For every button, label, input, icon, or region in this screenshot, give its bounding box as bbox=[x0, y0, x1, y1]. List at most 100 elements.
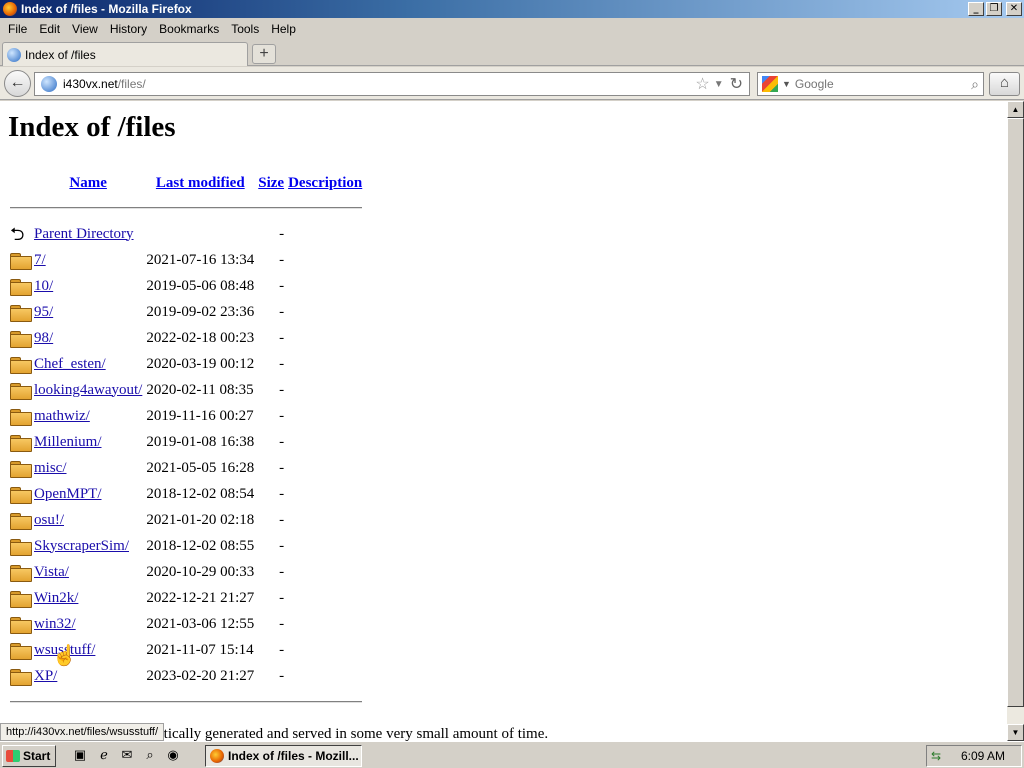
vertical-scrollbar[interactable]: ▲ ▼ bbox=[1007, 101, 1024, 741]
firefox-quicklaunch-icon[interactable]: ◉ bbox=[165, 747, 181, 763]
entry-link[interactable]: mathwiz/ bbox=[34, 408, 90, 424]
entry-link[interactable]: OpenMPT/ bbox=[34, 486, 102, 502]
start-button[interactable]: Start bbox=[2, 745, 56, 767]
menu-history[interactable]: History bbox=[104, 22, 153, 36]
reload-icon[interactable]: ↻ bbox=[730, 74, 743, 94]
table-row: ⮌ Parent Directory - bbox=[8, 221, 364, 247]
entry-description bbox=[286, 637, 364, 663]
folder-icon bbox=[10, 616, 32, 634]
scroll-up-button[interactable]: ▲ bbox=[1007, 101, 1024, 118]
entry-modified: 2020-02-11 08:35 bbox=[146, 381, 254, 398]
maximize-button[interactable]: ❐ bbox=[986, 2, 1002, 16]
system-tray: ⇆ 6:09 AM bbox=[926, 745, 1022, 767]
firefox-icon bbox=[3, 2, 17, 16]
windows-explorer-icon[interactable]: ⌕ bbox=[142, 747, 158, 763]
url-text[interactable]: i430vx.net/files/ bbox=[63, 77, 695, 91]
entry-link[interactable]: Millenium/ bbox=[34, 434, 102, 450]
menu-bar: File Edit View History Bookmarks Tools H… bbox=[0, 19, 1024, 39]
outlook-express-icon[interactable]: ✉ bbox=[119, 747, 135, 763]
entry-modified: 2021-05-05 16:28 bbox=[146, 459, 255, 476]
search-bar[interactable]: ▼ ⌕ bbox=[757, 72, 984, 96]
clock[interactable]: 6:09 AM bbox=[961, 749, 1005, 763]
folder-icon bbox=[10, 460, 32, 478]
engine-dropdown-icon[interactable]: ▼ bbox=[782, 79, 791, 89]
window-title-bar[interactable]: Index of /files - Mozilla Firefox _ ❐ ✕ bbox=[0, 0, 1024, 18]
size-column-header: Size bbox=[256, 171, 286, 195]
taskbar: Start ▣ ℯ ✉ ⌕ ◉ Index of /files - Mozill… bbox=[0, 741, 1024, 768]
scroll-thumb[interactable] bbox=[1007, 118, 1024, 707]
search-input[interactable] bbox=[794, 77, 972, 91]
menu-help[interactable]: Help bbox=[265, 22, 302, 36]
back-arrow-icon: ← bbox=[9, 74, 26, 91]
taskbar-firefox-window-button[interactable]: Index of /files - Mozill... bbox=[205, 745, 362, 767]
entry-modified: 2020-10-29 00:33 bbox=[146, 563, 255, 580]
internet-explorer-icon[interactable]: ℯ bbox=[96, 747, 112, 763]
new-tab-button[interactable]: + bbox=[252, 44, 276, 64]
network-icon[interactable]: ⇆ bbox=[931, 749, 947, 763]
scroll-down-button[interactable]: ▼ bbox=[1007, 724, 1024, 741]
entry-modified: 2023-02-20 21:27 bbox=[146, 667, 255, 684]
menu-edit[interactable]: Edit bbox=[33, 22, 66, 36]
entry-size: - bbox=[279, 433, 285, 450]
table-row: Vista/2020-10-29 00:33 - bbox=[8, 559, 364, 585]
tab-index-of-files[interactable]: Index of /files bbox=[2, 42, 248, 66]
name-column-header: Name bbox=[32, 171, 144, 195]
table-row: OpenMPT/2018-12-02 08:54 - bbox=[8, 481, 364, 507]
entry-description bbox=[286, 611, 364, 637]
menu-tools[interactable]: Tools bbox=[225, 22, 265, 36]
sort-by-name-link[interactable]: Name bbox=[69, 175, 107, 191]
entry-description bbox=[286, 455, 364, 481]
entry-link[interactable]: Win2k/ bbox=[34, 590, 78, 606]
url-history-dropdown-icon[interactable]: ▼ bbox=[714, 79, 724, 90]
entry-link[interactable]: SkyscraperSim/ bbox=[34, 538, 129, 554]
folder-icon bbox=[10, 382, 32, 400]
folder-icon bbox=[10, 642, 32, 660]
entry-size: - bbox=[279, 563, 285, 580]
minimize-button[interactable]: _ bbox=[968, 2, 984, 16]
menu-bookmarks[interactable]: Bookmarks bbox=[153, 22, 225, 36]
folder-icon bbox=[10, 304, 32, 322]
sort-by-description-link[interactable]: Description bbox=[288, 175, 362, 191]
entry-link[interactable]: 7/ bbox=[34, 252, 46, 268]
table-row: 10/2019-05-06 08:48 - bbox=[8, 273, 364, 299]
server-footer-text: atically generated and served in some ve… bbox=[157, 726, 549, 741]
mouse-cursor-hand-icon: ☝ bbox=[52, 645, 77, 667]
directory-listing: Name Last modified Size Description ⮌ Pa… bbox=[8, 171, 364, 715]
search-icon[interactable]: ⌕ bbox=[971, 76, 979, 93]
folder-icon bbox=[10, 434, 32, 452]
entry-link[interactable]: win32/ bbox=[34, 616, 76, 632]
page-heading: Index of /files bbox=[8, 111, 176, 143]
menu-file[interactable]: File bbox=[2, 22, 33, 36]
entry-link[interactable]: osu!/ bbox=[34, 512, 64, 528]
close-button[interactable]: ✕ bbox=[1006, 2, 1022, 16]
folder-icon bbox=[10, 252, 32, 270]
windows-logo-icon bbox=[6, 750, 20, 762]
bookmark-star-icon[interactable]: ☆ bbox=[695, 74, 709, 94]
entry-link[interactable]: XP/ bbox=[34, 668, 57, 684]
entry-link[interactable]: Vista/ bbox=[34, 564, 69, 580]
menu-view[interactable]: View bbox=[66, 22, 104, 36]
status-link-preview: http://i430vx.net/files/wsusstuff/ bbox=[0, 723, 165, 741]
url-path: /files/ bbox=[117, 77, 146, 91]
site-identity-icon[interactable] bbox=[41, 76, 57, 92]
show-desktop-icon[interactable]: ▣ bbox=[72, 747, 88, 763]
entry-link[interactable]: 95/ bbox=[34, 304, 53, 320]
table-row: osu!/ 2021-01-20 02:18 - bbox=[8, 507, 364, 533]
back-button[interactable]: ← bbox=[4, 70, 31, 97]
sort-by-modified-link[interactable]: Last modified bbox=[156, 175, 245, 191]
entry-description bbox=[286, 377, 364, 403]
parent-directory-link[interactable]: Parent Directory bbox=[34, 226, 134, 242]
entry-link[interactable]: misc/ bbox=[34, 460, 67, 476]
entry-link[interactable]: 98/ bbox=[34, 330, 53, 346]
entry-link[interactable]: looking4awayout/ bbox=[34, 382, 142, 398]
site-favicon-icon bbox=[7, 47, 21, 62]
entry-modified: 2021-07-16 13:34 bbox=[146, 251, 255, 268]
home-button[interactable]: ⌂ bbox=[989, 72, 1020, 96]
url-bar[interactable]: i430vx.net/files/ ☆ ▼ ↻ bbox=[34, 72, 750, 96]
sort-by-size-link[interactable]: Size bbox=[258, 175, 284, 191]
entry-description bbox=[286, 559, 364, 585]
entry-size: - bbox=[279, 511, 285, 528]
google-engine-icon[interactable] bbox=[762, 76, 778, 92]
entry-link[interactable]: 10/ bbox=[34, 278, 53, 294]
entry-link[interactable]: Chef_esten/ bbox=[34, 356, 106, 372]
